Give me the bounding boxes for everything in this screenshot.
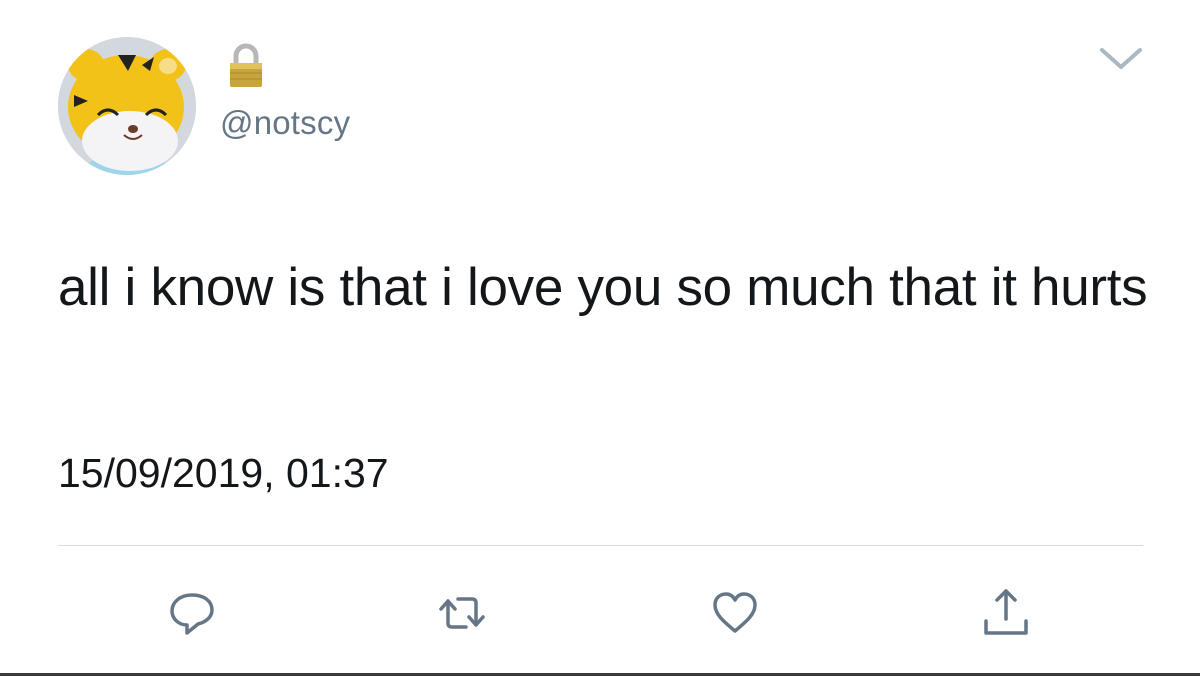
tiger-avatar-icon <box>58 37 196 175</box>
retweet-button[interactable] <box>432 583 492 643</box>
retweet-icon <box>439 597 485 629</box>
like-button[interactable] <box>705 583 765 643</box>
user-handle[interactable]: @notscy <box>220 104 350 142</box>
share-button[interactable] <box>976 583 1036 643</box>
share-icon <box>984 589 1028 635</box>
divider <box>58 545 1143 546</box>
reply-button[interactable] <box>162 583 222 643</box>
reply-icon <box>170 593 214 635</box>
chevron-down-icon[interactable] <box>1096 40 1146 76</box>
tweet-text: all i know is that i love you so much th… <box>58 258 1148 317</box>
tweet-timestamp[interactable]: 15/09/2019, 01:37 <box>58 450 389 497</box>
lock-icon <box>222 42 270 90</box>
avatar[interactable] <box>58 37 196 175</box>
heart-icon <box>713 592 757 633</box>
tweet-card: @notscy all i know is that i love you so… <box>0 0 1200 676</box>
